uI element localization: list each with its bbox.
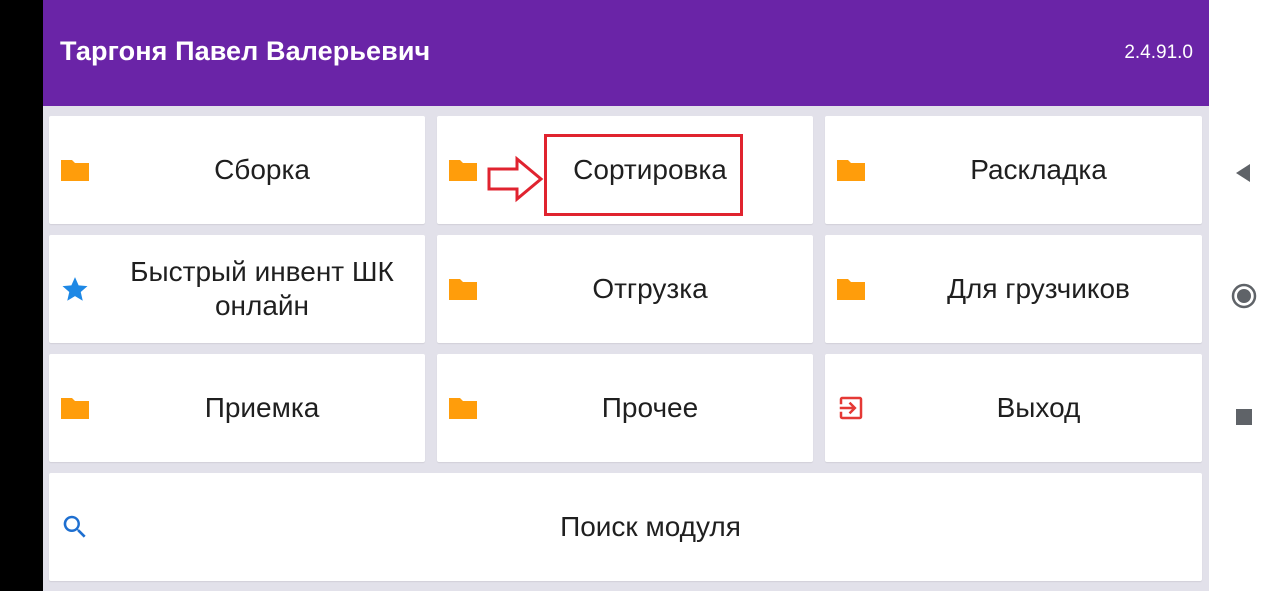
app-bar: Таргоня Павел Валерьевич 2.4.91.0 — [43, 0, 1209, 106]
folder-icon — [447, 275, 479, 303]
menu-tile-label: Сборка — [214, 154, 310, 185]
menu-tile-priemka[interactable]: Приемка — [49, 354, 425, 462]
recents-icon[interactable] — [1231, 404, 1257, 430]
folder-icon — [59, 156, 91, 184]
system-navigation-bar — [1209, 0, 1280, 591]
menu-tile-prochee[interactable]: Прочее — [437, 354, 813, 462]
menu-tile-vyhod[interactable]: Выход — [825, 354, 1202, 462]
menu-tile-label: Прочее — [601, 392, 699, 423]
menu-tile-label: Отгрузка — [592, 273, 708, 304]
app-version: 2.4.91.0 — [1124, 42, 1193, 63]
folder-icon — [835, 275, 867, 303]
menu-tile-label: Быстрый инвент ШК онлайн — [130, 256, 394, 321]
user-name-title: Таргоня Павел Валерьевич — [60, 36, 431, 66]
menu-tile-otgruzka[interactable]: Отгрузка — [437, 235, 813, 343]
menu-tile-sborka[interactable]: Сборка — [49, 116, 425, 224]
menu-tile-label: Раскладка — [970, 154, 1107, 185]
menu-tile-label: Выход — [996, 392, 1081, 423]
annotation-arrow-icon — [487, 155, 544, 203]
menu-tile-label: Приемка — [204, 392, 320, 423]
folder-icon — [835, 156, 867, 184]
search-module-tile[interactable]: Поиск модуля — [49, 473, 1202, 581]
folder-icon — [447, 394, 479, 422]
home-icon[interactable] — [1231, 283, 1257, 309]
menu-tile-dlya-gruzchikov[interactable]: Для грузчиков — [825, 235, 1202, 343]
folder-icon — [59, 394, 91, 422]
back-icon[interactable] — [1231, 160, 1257, 186]
menu-tile-label: Для грузчиков — [947, 273, 1130, 304]
menu-tile-label: Поиск модуля — [560, 511, 741, 542]
folder-icon — [447, 156, 479, 184]
search-icon — [59, 513, 91, 541]
annotation-highlight-box — [544, 134, 743, 216]
left-screen-edge — [0, 0, 43, 591]
menu-tile-fast-inventory[interactable]: Быстрый инвент ШК онлайн — [49, 235, 425, 343]
menu-tile-raskladka[interactable]: Раскладка — [825, 116, 1202, 224]
star-icon — [59, 275, 91, 303]
exit-icon — [835, 394, 867, 422]
main-menu-screen: Таргоня Павел Валерьевич 2.4.91.0 Сборка… — [43, 0, 1209, 591]
